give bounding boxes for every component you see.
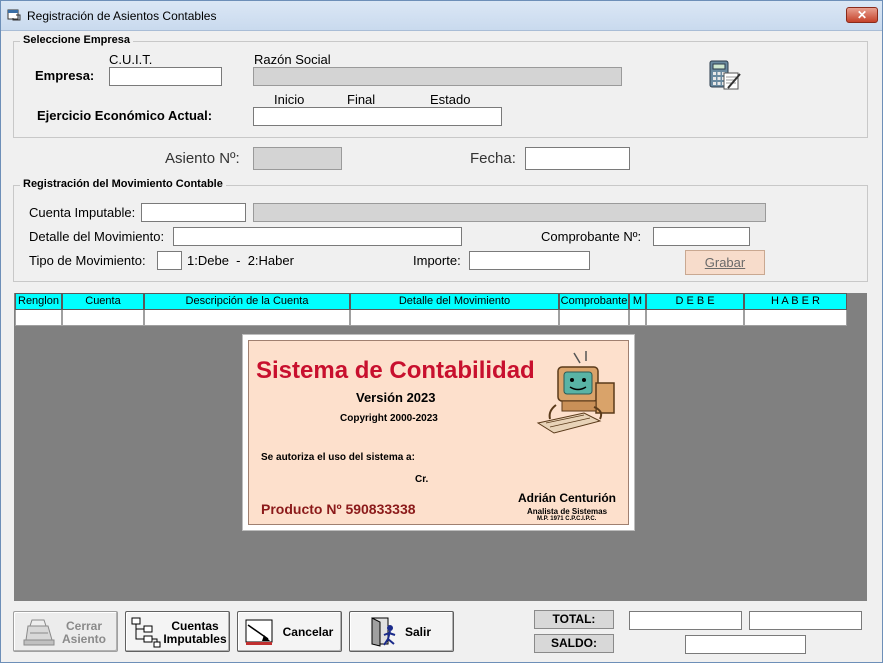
cuit-input[interactable] [109,67,222,86]
importe-input[interactable] [469,251,590,270]
grid-header-renglon[interactable]: Renglon [15,293,62,310]
grid-header-row: Renglon Cuenta Descripción de la Cuenta … [15,293,847,310]
cerrar-asiento-button[interactable]: Cerrar Asiento [13,611,118,652]
grid-cell[interactable] [744,310,847,326]
asiento-number-field [253,147,342,170]
salir-button[interactable]: Salir [349,611,454,652]
salir-label: Salir [404,625,431,639]
close-button[interactable]: ✕ [846,7,878,23]
asiento-label: Asiento Nº: [165,150,240,167]
tree-icon [131,617,161,648]
cancelar-label: Cancelar [282,625,334,639]
main-window: Registración de Asientos Contables ✕ Sel… [0,0,883,663]
estado-header: Estado [430,92,471,107]
calculator-icon[interactable] [708,59,742,91]
cerrar-asiento-line2: Asiento [61,632,106,646]
grid-header-debe[interactable]: D E B E [646,293,744,310]
splash-copyright: Copyright 2000-2023 [340,413,438,424]
total-debe-field [629,611,742,630]
empresa-group-legend: Seleccione Empresa [20,34,134,46]
empresa-label: Empresa: [35,68,95,83]
table-row[interactable] [15,310,847,326]
fecha-input[interactable] [525,147,630,170]
splash-usuario: Cr. [415,474,429,485]
detalle-movimiento-input[interactable] [173,227,462,246]
total-haber-field [749,611,862,630]
grid-header-m[interactable]: M [629,293,646,310]
cancel-document-icon [245,619,273,645]
computer-mascot-icon [536,351,615,434]
exit-door-icon [371,617,396,647]
inicio-header: Inicio [274,92,305,107]
splash-card: Sistema de Contabilidad Versión 2023 Cop… [242,334,635,531]
tipo-movimiento-label: Tipo de Movimiento: [29,253,146,268]
splash-panel: Sistema de Contabilidad Versión 2023 Cop… [248,340,629,525]
splash-version: Versión 2023 [356,390,436,405]
grid-header-comprobante[interactable]: Comprobante [559,293,629,310]
saldo-field [685,635,806,654]
grid-cell[interactable] [15,310,62,326]
grid-cell[interactable] [559,310,629,326]
fecha-label: Fecha: [470,150,516,167]
grid-cell[interactable] [350,310,559,326]
total-label: TOTAL: [534,610,614,629]
importe-label: Importe: [413,253,461,268]
ejercicio-input[interactable] [253,107,502,126]
cuentas-imputables-line2: Imputables [163,632,227,646]
cerrar-asiento-icon [23,619,55,646]
comprobante-label: Comprobante Nº: [541,229,642,244]
detalle-movimiento-label: Detalle del Movimiento: [29,229,165,244]
grid-cell[interactable] [646,310,744,326]
cuentas-imputables-button[interactable]: Cuentas Imputables [125,611,230,652]
grid-cell[interactable] [629,310,646,326]
grabar-label: Grabar [704,255,746,270]
grid-header-cuenta[interactable]: Cuenta [62,293,144,310]
saldo-label: SALDO: [534,634,614,653]
final-header: Final [347,92,376,107]
grid-cell[interactable] [62,310,144,326]
grabar-button[interactable]: Grabar [685,250,765,275]
grid-header-descripcion[interactable]: Descripción de la Cuenta [144,293,350,310]
cuenta-imputable-label: Cuenta Imputable: [29,205,136,220]
ejercicio-label: Ejercicio Económico Actual: [37,108,213,123]
grid-header-detalle[interactable]: Detalle del Movimiento [350,293,559,310]
splash-autor: Adrián Centurión [518,491,616,505]
tipo-movimiento-input[interactable] [157,251,182,270]
window-title: Registración de Asientos Contables [27,9,217,23]
razon-social-field [253,67,622,86]
splash-title: Sistema de Contabilidad [256,357,535,384]
splash-autor-titulo: Analista de Sistemas [527,507,608,516]
cuenta-descripcion-field [253,203,766,222]
tipo-movimiento-hint: 1:Debe - 2:Haber [187,253,294,268]
app-window-icon [7,9,21,21]
comprobante-input[interactable] [653,227,750,246]
splash-autoriza: Se autoriza el uso del sistema a: [261,452,415,463]
cuit-header: C.U.I.T. [109,52,153,67]
razon-social-header: Razón Social [254,52,331,67]
splash-producto: Producto Nº 590833338 [261,501,416,517]
movimiento-group-legend: Registración del Movimiento Contable [20,178,226,190]
grid-header-haber[interactable]: H A B E R [744,293,847,310]
cancelar-button[interactable]: Cancelar [237,611,342,652]
splash-autor-matricula: M.P. 1971 C.P.C.I.P.C. [537,516,597,522]
grid-cell[interactable] [144,310,350,326]
title-bar[interactable]: Registración de Asientos Contables ✕ [1,1,882,31]
cuenta-imputable-input[interactable] [141,203,246,222]
